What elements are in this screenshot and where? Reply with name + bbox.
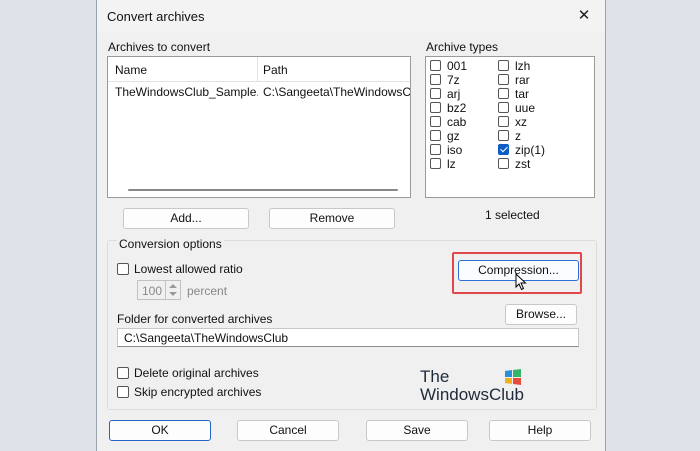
archive-types-list: 001 7z arj bz2 cab gz iso lz lzh rar tar uue xz z zip(… [425,56,595,198]
browse-button[interactable]: Browse... [505,304,577,325]
archive-type-label: tar [515,87,530,101]
checkbox-box [498,74,509,85]
ok-button[interactable]: OK [109,420,211,441]
logo-text-line1: The [420,367,450,386]
archive-type-label: uue [515,101,536,115]
checkbox-box [498,130,509,141]
archive-type-label: 7z [447,73,460,87]
dialog-title: Convert archives [107,9,205,24]
checkbox-checked-icon [498,144,509,155]
table-row[interactable]: TheWindowsClub_Sample.zip C:\Sangeeta\Th… [108,83,410,101]
archive-type-label: bz2 [447,101,467,115]
archive-type-label: 001 [447,59,468,73]
archive-type-label: arj [447,87,461,101]
archive-type-label: rar [515,73,530,87]
archives-list[interactable]: Name Path TheWindowsClub_Sample.zip C:\S… [107,56,411,198]
skip-encrypted-label: Skip encrypted archives [134,385,262,399]
chevron-up-icon[interactable] [169,284,177,288]
folder-label: Folder for converted archives [117,312,273,326]
horizontal-scrollbar[interactable] [128,189,398,191]
checkbox-box [498,158,509,169]
help-button[interactable]: Help [489,420,591,441]
folder-path: C:\Sangeeta\TheWindowsClub [124,331,289,345]
percent-label: percent [187,284,228,298]
column-separator [257,57,258,81]
checkbox-box [430,158,441,169]
archive-type-label: gz [447,129,460,143]
delete-originals-label: Delete original archives [134,366,259,380]
checkbox-box [430,116,441,127]
stepper-arrows[interactable] [165,281,180,299]
conversion-options-label: Conversion options [117,237,224,251]
ratio-value: 100 [142,284,163,298]
archive-type-label: z [515,129,521,143]
save-button[interactable]: Save [366,420,468,441]
checkbox-box [430,130,441,141]
archive-type-label: lzh [515,59,531,73]
checkbox-box [117,263,129,275]
archives-list-header: Name Path [108,57,410,82]
archive-type-label: zst [515,157,531,171]
archive-name-cell: TheWindowsClub_Sample.zip [115,85,258,99]
checkbox-box [430,74,441,85]
checkbox-box [117,367,129,379]
column-name[interactable]: Name [115,63,147,77]
cancel-button[interactable]: Cancel [237,420,339,441]
close-icon[interactable]: ✕ [571,4,597,28]
add-button[interactable]: Add... [123,208,249,229]
checkbox-box [498,60,509,71]
logo-text-line2: WindowsClub [420,385,524,404]
lowest-ratio-label: Lowest allowed ratio [134,262,243,276]
background-right [606,0,700,451]
checkbox-box [498,88,509,99]
selected-count: 1 selected [485,208,540,222]
checkbox-box [430,102,441,113]
title-bar: Convert archives ✕ [97,0,605,32]
checkbox-box [430,88,441,99]
ratio-stepper[interactable]: 100 [137,280,181,300]
archive-type-label: lz [447,157,456,171]
folder-input[interactable]: C:\Sangeeta\TheWindowsClub [117,328,579,347]
archive-type-label: xz [515,115,527,129]
checkbox-box [498,116,509,127]
checkbox-box [430,60,441,71]
archive-type-label: cab [447,115,467,129]
background-left [0,0,96,451]
windows-flag-icon [505,369,521,385]
column-path[interactable]: Path [263,63,288,77]
checkbox-box [430,144,441,155]
remove-button[interactable]: Remove [269,208,395,229]
archive-path-cell: C:\Sangeeta\TheWindowsClub\ [263,85,410,99]
archive-type-label: zip(1) [515,143,546,157]
watermark-logo: The WindowsClub [420,367,525,405]
archive-types-label: Archive types [426,40,499,54]
chevron-down-icon[interactable] [169,292,177,296]
archive-type-label: iso [447,143,463,157]
archives-label: Archives to convert [108,40,211,54]
checkbox-box [117,386,129,398]
mouse-pointer-icon [515,273,527,291]
checkbox-box [498,102,509,113]
convert-archives-dialog: Convert archives ✕ Archives to convert N… [96,0,606,451]
